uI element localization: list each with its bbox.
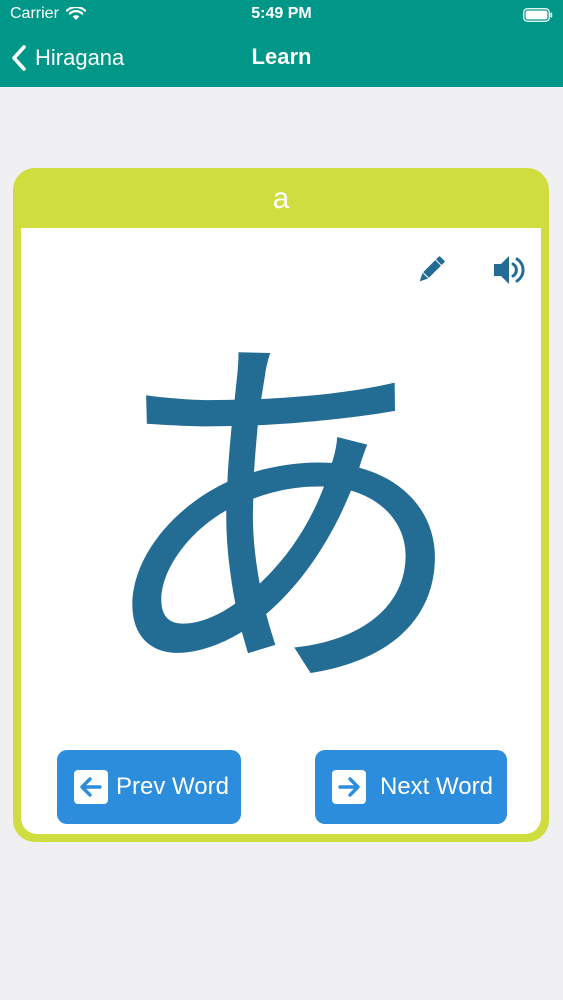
prev-word-label: Prev Word	[116, 773, 229, 800]
hiragana-character: あ	[91, 301, 471, 744]
romaji-label: a	[272, 182, 290, 215]
next-word-button[interactable]: Next Word	[315, 750, 507, 824]
next-word-label: Next Word	[380, 773, 493, 800]
status-bar: Carrier 5:49 PM	[0, 0, 563, 30]
prev-word-button[interactable]: Prev Word	[57, 750, 241, 824]
status-time: 5:49 PM	[251, 5, 312, 22]
arrow-right-icon	[332, 770, 366, 804]
pencil-icon[interactable]	[414, 253, 448, 287]
arrow-left-icon	[74, 770, 108, 804]
page-title: Learn	[251, 44, 312, 69]
flashcard-body: あ Prev Word Next Word	[21, 228, 541, 834]
flashcard: a あ Prev Word Next Word	[13, 168, 549, 842]
navigation-bar: Hiragana Learn	[0, 30, 563, 87]
header: Carrier 5:49 PM Hiragana Learn	[0, 0, 563, 87]
battery-icon	[523, 8, 553, 22]
speaker-icon[interactable]	[491, 252, 527, 288]
